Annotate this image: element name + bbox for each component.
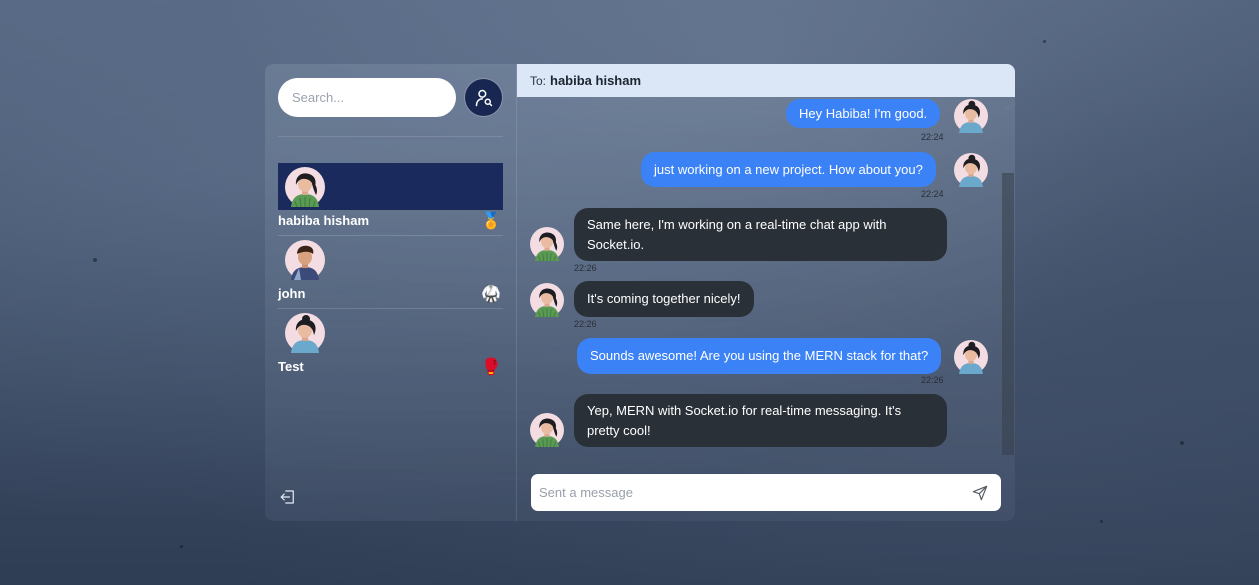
message-bubble-incoming: It's coming together nicely!: [574, 281, 754, 317]
avatar: [530, 413, 564, 447]
contact-name: john: [278, 286, 306, 301]
avatar: [285, 240, 325, 280]
message-input[interactable]: [531, 474, 965, 511]
background-speck: [1043, 40, 1046, 43]
message-time: 22:24: [921, 132, 944, 142]
avatar: [285, 167, 325, 207]
contact-item-habiba-hisham[interactable]: habiba hisham 🏅: [278, 163, 503, 236]
contact-list: habiba hisham 🏅 john 🥋 Test 🥊: [278, 163, 503, 382]
avatar: [285, 313, 325, 353]
avatar: [954, 153, 988, 187]
avatar: [530, 227, 564, 261]
search-button[interactable]: [464, 78, 503, 117]
contact-name: Test: [278, 359, 304, 374]
background-speck: [1100, 520, 1103, 523]
message-bubble-outgoing: Sounds awesome! Are you using the MERN s…: [577, 338, 942, 374]
chat-header: To: habiba hisham: [517, 64, 1015, 97]
message-time: 22:26: [574, 263, 597, 273]
message-scrollbar[interactable]: [1002, 97, 1015, 467]
martial-arts-uniform-icon: 🥋: [481, 286, 501, 303]
message-time: 22:24: [921, 189, 944, 199]
chat-panel: To: habiba hisham Hey Habiba! I'm good. …: [517, 64, 1015, 521]
boxing-glove-icon: 🥊: [481, 359, 501, 376]
message-time: 22:26: [574, 319, 597, 329]
avatar: [954, 99, 988, 133]
message-time: 22:26: [921, 375, 944, 385]
background-speck: [93, 258, 97, 262]
search-user-icon: [475, 89, 492, 106]
message-bubble-outgoing: just working on a new project. How about…: [641, 152, 936, 187]
to-label: To:: [530, 73, 547, 88]
sidebar-divider: [278, 136, 503, 137]
recipient-name: habiba hisham: [550, 73, 642, 88]
background-speck: [1180, 441, 1184, 445]
send-button[interactable]: [965, 478, 995, 508]
message-bubble-incoming: Same here, I'm working on a real-time ch…: [574, 208, 947, 261]
search-input[interactable]: [278, 78, 456, 117]
message-bubble-outgoing: Hey Habiba! I'm good.: [786, 99, 941, 128]
scroll-thumb[interactable]: [1002, 173, 1014, 455]
contact-name: habiba hisham: [278, 213, 370, 228]
message-bubble-incoming: Yep, MERN with Socket.io for real-time m…: [574, 394, 947, 447]
avatar: [954, 340, 988, 374]
contact-item-john[interactable]: john 🥋: [278, 236, 503, 309]
avatar: [530, 283, 564, 317]
message-list: Hey Habiba! I'm good. 22:24 just working…: [517, 97, 1002, 467]
search-row: [278, 78, 503, 117]
chat-app-window: habiba hisham 🏅 john 🥋 Test 🥊: [265, 64, 1015, 521]
send-icon: [972, 485, 988, 500]
sidebar: habiba hisham 🏅 john 🥋 Test 🥊: [265, 64, 517, 521]
medal-icon: 🏅: [481, 213, 501, 230]
contact-item-test[interactable]: Test 🥊: [278, 309, 503, 382]
logout-button[interactable]: [279, 488, 297, 511]
message-composer: [531, 474, 1001, 511]
scroll-up-arrow-icon[interactable]: [1005, 105, 1011, 109]
logout-icon: [280, 490, 294, 504]
background-speck: [180, 545, 183, 548]
